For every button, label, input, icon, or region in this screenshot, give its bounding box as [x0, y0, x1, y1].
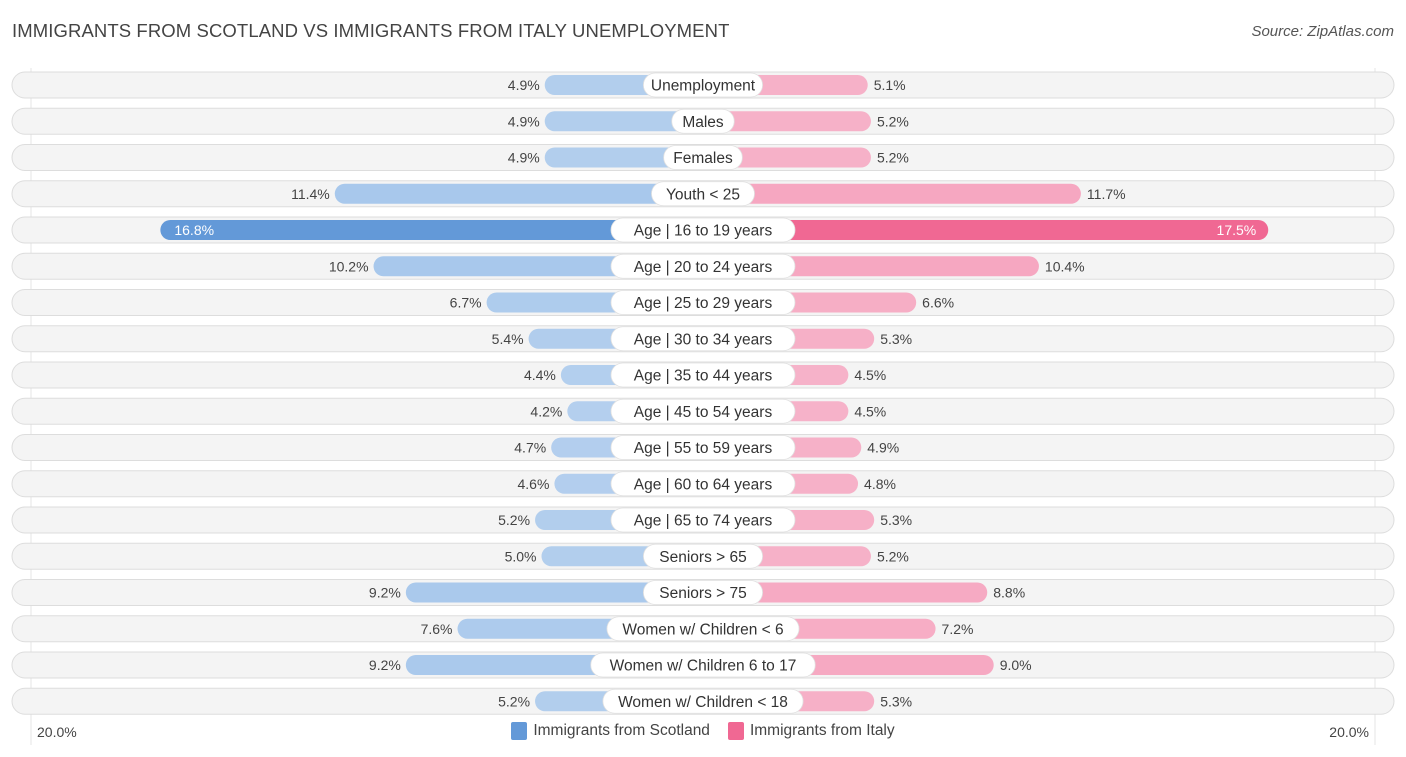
- bar-scotland: [334, 183, 703, 204]
- value-label-italy: 5.2%: [877, 548, 909, 564]
- category-label: Seniors > 65: [659, 549, 746, 566]
- value-label-scotland: 7.6%: [421, 621, 453, 637]
- value-label-italy: 4.5%: [854, 403, 886, 419]
- category-label: Women w/ Children 6 to 17: [610, 658, 797, 675]
- value-label-italy: 5.2%: [877, 150, 909, 166]
- value-label-italy: 6.6%: [922, 295, 954, 311]
- value-label-scotland: 9.2%: [369, 585, 401, 601]
- category-label: Age | 65 to 74 years: [634, 513, 773, 530]
- value-label-scotland: 4.9%: [508, 113, 540, 129]
- value-label-scotland: 4.6%: [517, 476, 549, 492]
- category-label: Age | 45 to 54 years: [634, 404, 773, 421]
- legend-label-scotland: Immigrants from Scotland: [533, 722, 710, 739]
- value-label-scotland: 5.2%: [498, 693, 530, 709]
- value-label-scotland: 4.2%: [530, 403, 562, 419]
- category-label: Age | 35 to 44 years: [634, 368, 773, 385]
- value-label-italy: 11.7%: [1087, 186, 1126, 202]
- legend-swatch-italy: [727, 722, 744, 740]
- value-label-italy: 4.9%: [867, 440, 899, 456]
- value-label-scotland: 4.7%: [514, 440, 546, 456]
- legend-item-italy[interactable]: Immigrants from Italy: [727, 722, 895, 740]
- value-label-italy: 7.2%: [942, 621, 974, 637]
- value-label-italy: 5.3%: [880, 331, 912, 347]
- value-label-italy: 8.8%: [993, 585, 1025, 601]
- value-label-scotland: 4.9%: [508, 150, 540, 166]
- legend-item-scotland[interactable]: Immigrants from Scotland: [511, 722, 710, 740]
- legend-swatch-scotland: [511, 722, 528, 740]
- bar-italy: [703, 183, 1081, 204]
- category-label: Males: [682, 114, 724, 131]
- value-label-italy: 5.1%: [874, 77, 906, 93]
- value-label-italy: 9.0%: [1000, 657, 1032, 673]
- category-label: Women w/ Children < 18: [618, 694, 788, 711]
- category-label: Age | 25 to 29 years: [634, 295, 773, 312]
- value-label-scotland: 16.8%: [174, 222, 214, 238]
- value-label-italy: 17.5%: [1217, 222, 1257, 238]
- value-label-italy: 4.5%: [854, 367, 886, 383]
- value-label-italy: 4.8%: [864, 476, 896, 492]
- category-label: Age | 20 to 24 years: [634, 259, 773, 276]
- chart-canvas: 4.9% 5.1% Unemployment 4.9% 5.2% Males 4.9% 5.2…: [11, 68, 1395, 745]
- category-label: Women w/ Children < 6: [622, 621, 783, 638]
- value-label-scotland: 4.4%: [524, 367, 556, 383]
- value-label-scotland: 5.4%: [492, 331, 524, 347]
- value-label-scotland: 9.2%: [369, 657, 401, 673]
- category-label: Age | 60 to 64 years: [634, 476, 773, 493]
- value-label-italy: 5.3%: [880, 693, 912, 709]
- value-label-italy: 5.3%: [880, 512, 912, 528]
- value-label-scotland: 4.9%: [508, 77, 540, 93]
- category-label: Youth < 25: [666, 186, 740, 203]
- value-label-italy: 5.2%: [877, 113, 909, 129]
- category-label: Age | 30 to 34 years: [634, 331, 773, 348]
- category-label: Age | 16 to 19 years: [634, 223, 773, 240]
- category-label: Unemployment: [651, 78, 756, 95]
- value-label-scotland: 10.2%: [329, 258, 369, 274]
- legend: Immigrants from Scotland Immigrants from…: [0, 722, 1406, 740]
- category-label: Seniors > 75: [659, 585, 746, 602]
- value-label-scotland: 6.7%: [450, 295, 482, 311]
- value-label-scotland: 5.0%: [505, 548, 537, 564]
- category-label: Age | 55 to 59 years: [634, 440, 773, 457]
- category-label: Females: [673, 150, 733, 167]
- value-label-scotland: 11.4%: [291, 186, 330, 202]
- value-label-scotland: 5.2%: [498, 512, 530, 528]
- value-label-italy: 10.4%: [1045, 258, 1085, 274]
- legend-label-italy: Immigrants from Italy: [749, 722, 895, 739]
